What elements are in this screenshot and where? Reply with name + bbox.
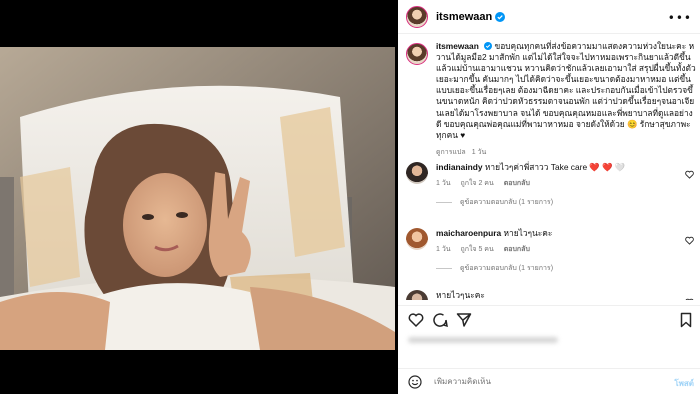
comment-icon[interactable] [432, 312, 448, 328]
reply-button[interactable]: ตอบกลับ [504, 180, 530, 187]
likes-summary[interactable] [408, 337, 568, 353]
commenter-avatar[interactable] [406, 162, 428, 184]
post-actions-bar [398, 305, 700, 331]
comment-likes[interactable]: ถูกใจ 2 คน [461, 180, 494, 187]
bookmark-icon[interactable] [678, 312, 694, 328]
comment-age: 1 วัน [436, 180, 451, 187]
post-caption: itsmewaan ขอบคุณทุกคนที่ส่งข้อความมาแสดง… [406, 41, 696, 158]
verified-badge-icon [495, 11, 506, 22]
post-comment-button[interactable]: โพสต์ [674, 377, 694, 390]
reply-button[interactable]: ตอบกลับ [504, 246, 530, 253]
share-icon[interactable] [456, 312, 472, 328]
heart-icon[interactable] [685, 298, 694, 300]
comment-item: indianaindy หายไวๆค่าพี่สาวว Take care ❤… [406, 162, 696, 208]
heart-icon[interactable] [685, 170, 694, 179]
comment-item: หายไวๆนะคะ [406, 290, 696, 300]
post-photo[interactable] [0, 47, 395, 350]
author-username[interactable]: itsmewaan [436, 11, 492, 23]
commenter-username[interactable]: indianaindy [436, 162, 483, 172]
instagram-post-modal: itsmewaan ••• itsmewaan ขอบคุณทุกคนที่ส่… [0, 0, 700, 394]
post-details-panel: itsmewaan ••• itsmewaan ขอบคุณทุกคนที่ส่… [398, 0, 700, 394]
view-replies-button[interactable]: ดูข้อความตอบกลับ (1 รายการ) [436, 197, 696, 208]
commenter-avatar[interactable] [406, 228, 428, 250]
selfie-image [0, 47, 395, 350]
translation-link[interactable]: ดูการแปล [436, 149, 466, 156]
post-age: 1 วัน [471, 148, 487, 156]
comment-likes[interactable]: ถูกใจ 5 คน [461, 246, 494, 253]
caption-author-avatar[interactable] [406, 43, 428, 65]
post-header: itsmewaan ••• [398, 0, 700, 34]
heart-icon[interactable] [408, 312, 424, 328]
commenter-username[interactable]: maicharoenpura [436, 228, 501, 238]
comment-item: maicharoenpura หายไวๆนะคะ 1 วัน ถูกใจ 5 … [406, 228, 696, 274]
author-avatar[interactable] [406, 5, 428, 28]
caption-author-username[interactable]: itsmewaan [436, 41, 479, 51]
emoji-icon[interactable] [408, 374, 422, 389]
heart-icon[interactable] [685, 236, 694, 245]
caption-text: ขอบคุณทุกคนที่ส่งข้อความมาแสดงความห่วงใย… [436, 41, 696, 140]
view-replies-button[interactable]: ดูข้อความตอบกลับ (1 รายการ) [436, 263, 696, 274]
comment-text: หายไวๆค่าพี่สาวว Take care ❤️ ❤️ 🤍 [484, 162, 626, 172]
comments-scroll-area[interactable]: itsmewaan ขอบคุณทุกคนที่ส่งข้อความมาแสดง… [398, 35, 700, 300]
commenter-avatar[interactable] [406, 290, 428, 300]
comment-input[interactable] [434, 377, 634, 386]
comment-text: หายไวๆนะคะ [436, 290, 485, 300]
comment-age: 1 วัน [436, 246, 451, 253]
verified-badge-icon [484, 42, 493, 50]
add-comment-bar: โพสต์ [398, 368, 700, 394]
comment-text: หายไวๆนะคะ [503, 228, 553, 238]
more-horizontal-icon[interactable]: ••• [668, 11, 692, 25]
